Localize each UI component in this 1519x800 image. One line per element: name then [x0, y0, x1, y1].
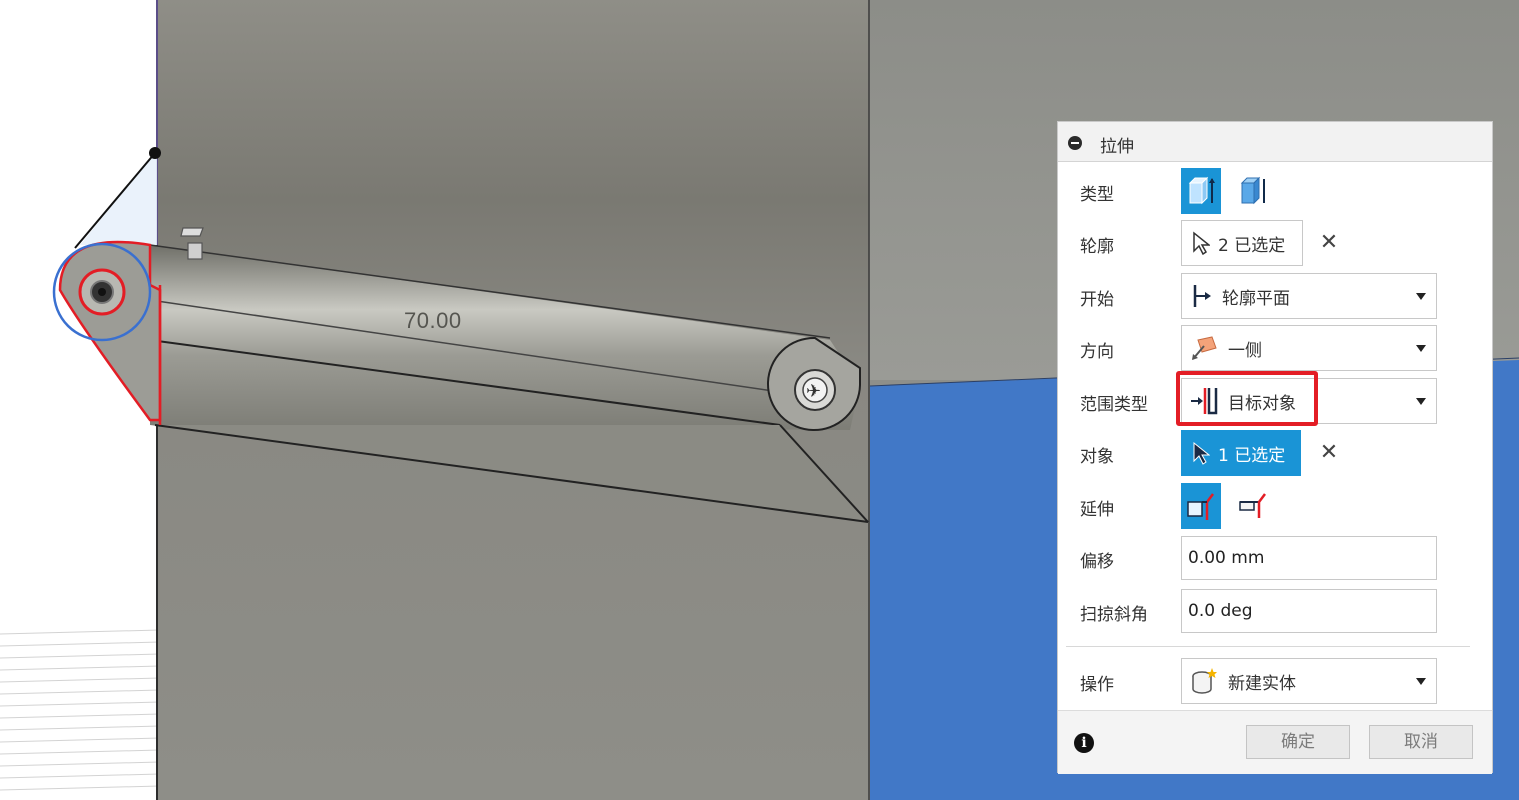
- operation-label: 操作: [1080, 675, 1114, 695]
- dialog-header: 拉伸: [1058, 122, 1492, 162]
- chevron-down-icon: [1416, 398, 1426, 405]
- dimension-label[interactable]: 70.00: [404, 308, 462, 334]
- direction-value: 一侧: [1228, 340, 1262, 361]
- profile-count: 2 已选定: [1218, 235, 1286, 256]
- operation-dropdown[interactable]: 新建实体: [1181, 658, 1437, 704]
- extend-adjacent-icon: [1187, 493, 1214, 520]
- dialog-title: 拉伸: [1100, 137, 1134, 157]
- extent-type-value: 目标对象: [1228, 393, 1296, 414]
- type-solid-button[interactable]: [1181, 168, 1221, 214]
- cursor-arrow-icon: [1193, 441, 1210, 465]
- start-label: 开始: [1080, 290, 1114, 310]
- taper-angle-input[interactable]: 0.0 deg: [1181, 589, 1437, 633]
- profile-label: 轮廓: [1080, 237, 1114, 257]
- extent-type-dropdown[interactable]: 目标对象: [1181, 378, 1437, 424]
- operation-value: 新建实体: [1228, 673, 1296, 694]
- divider: [1066, 646, 1470, 647]
- chevron-down-icon: [1416, 293, 1426, 300]
- offset-input[interactable]: 0.00 mm: [1181, 536, 1437, 580]
- profile-plane-icon: [1193, 285, 1211, 307]
- type-label: 类型: [1080, 185, 1114, 205]
- start-value: 轮廓平面: [1222, 288, 1290, 309]
- object-count: 1 已选定: [1218, 445, 1286, 466]
- new-body-icon: [1192, 668, 1217, 694]
- chevron-down-icon: [1416, 345, 1426, 352]
- info-icon[interactable]: i: [1074, 733, 1094, 753]
- chevron-down-icon: [1416, 678, 1426, 685]
- one-side-icon: [1192, 336, 1217, 360]
- extent-type-label: 范围类型: [1080, 395, 1148, 415]
- taper-angle-label: 扫掠斜角: [1080, 605, 1148, 625]
- svg-text:✈: ✈: [806, 381, 821, 402]
- extend-label: 延伸: [1080, 500, 1114, 520]
- type-thin-button[interactable]: [1233, 168, 1273, 214]
- direction-dropdown[interactable]: 一侧: [1181, 325, 1437, 371]
- sketch-point: [149, 147, 161, 159]
- direction-label: 方向: [1080, 342, 1114, 362]
- object-clear-icon[interactable]: ✕: [1318, 440, 1340, 465]
- offset-label: 偏移: [1080, 552, 1114, 572]
- ok-button[interactable]: 确定: [1246, 725, 1350, 759]
- extrude-solid-icon: [1188, 176, 1215, 205]
- extrude-dialog: 拉伸 类型 轮廓 2 已选定 ✕ 开始 轮廓平面 方向 一侧 范围类型 目标对象…: [1057, 121, 1493, 774]
- profile-select-button[interactable]: 2 已选定: [1181, 220, 1303, 266]
- dialog-footer: i 确定 取消: [1058, 710, 1492, 774]
- start-dropdown[interactable]: 轮廓平面: [1181, 273, 1437, 319]
- object-label: 对象: [1080, 447, 1114, 467]
- extend-min-solution-button[interactable]: [1233, 483, 1273, 529]
- profile-clear-icon[interactable]: ✕: [1318, 230, 1340, 255]
- collapse-icon[interactable]: [1068, 136, 1082, 150]
- cancel-button[interactable]: 取消: [1369, 725, 1473, 759]
- extend-min-icon: [1239, 493, 1266, 518]
- to-object-icon: [1191, 388, 1218, 415]
- extrude-thin-icon: [1240, 176, 1265, 205]
- extend-to-adjacent-button[interactable]: [1181, 483, 1221, 529]
- object-select-button[interactable]: 1 已选定: [1181, 430, 1301, 476]
- cursor-arrow-icon: [1193, 231, 1210, 255]
